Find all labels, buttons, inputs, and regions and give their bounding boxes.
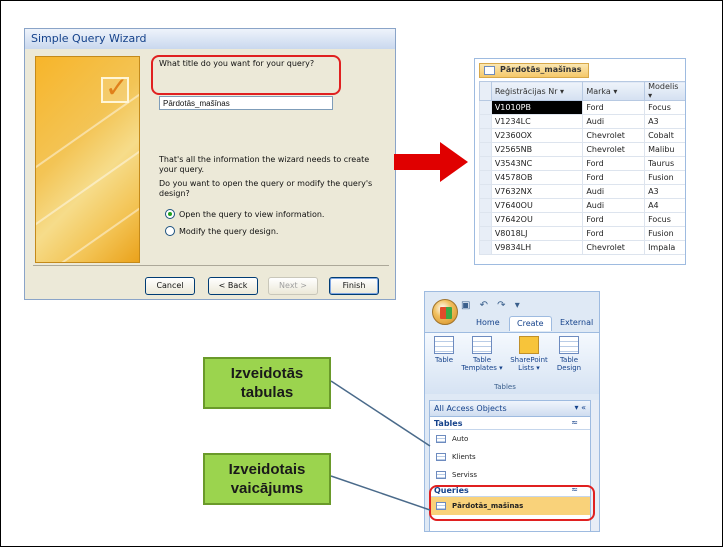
- callout-tables: Izveidotās tabulas: [203, 357, 331, 409]
- callout-lines: [330, 380, 431, 511]
- callout-query: Izveidotais vaicājums: [203, 453, 331, 505]
